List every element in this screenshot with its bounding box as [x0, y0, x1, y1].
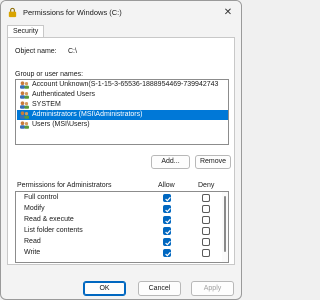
permissions-list: Full control Modify Read & execute List fol…: [15, 191, 229, 263]
deny-checkbox[interactable]: [202, 249, 210, 257]
deny-checkbox[interactable]: [202, 238, 210, 246]
allow-checkbox[interactable]: [163, 227, 171, 235]
permission-name: Read & execute: [24, 216, 74, 223]
users-icon: [20, 81, 29, 89]
users-icon: [20, 101, 29, 109]
user-list-item[interactable]: Authenticated Users: [17, 90, 228, 100]
user-name: Administrators (MSI\Administrators): [32, 111, 143, 118]
deny-checkbox[interactable]: [202, 205, 210, 213]
window-title: Permissions for Windows (C:): [23, 8, 122, 17]
permission-row: Write: [16, 247, 228, 258]
permission-name: Full control: [24, 194, 59, 201]
permission-name: Write: [24, 249, 41, 256]
group-user-list[interactable]: Account Unknown(S-1-15-3-65536-188895446…: [15, 79, 229, 145]
user-list-item[interactable]: Administrators (MSI\Administrators): [17, 110, 228, 120]
security-panel: Object name: C:\ Group or user names: Ac…: [7, 37, 235, 265]
user-name: Account Unknown(S-1-15-3-65536-188895446…: [32, 81, 219, 88]
cancel-button[interactable]: Cancel: [138, 281, 181, 296]
allow-column-header: Allow: [158, 182, 175, 189]
permission-name: Modify: [24, 205, 45, 212]
permission-name: List folder contents: [24, 227, 83, 234]
allow-checkbox[interactable]: [163, 216, 171, 224]
ok-button[interactable]: OK: [83, 281, 126, 296]
apply-button[interactable]: Apply: [191, 281, 234, 296]
permission-row: List folder contents: [16, 225, 228, 236]
close-icon: ✕: [223, 7, 233, 18]
permissions-header: Permissions for Administrators: [17, 182, 112, 189]
user-name: Users (MSI\Users): [32, 121, 90, 128]
user-name: SYSTEM: [32, 101, 61, 108]
scrollbar-thumb[interactable]: [224, 196, 226, 252]
user-list-item[interactable]: SYSTEM: [17, 100, 228, 110]
allow-checkbox[interactable]: [163, 205, 171, 213]
users-icon: [20, 121, 29, 129]
deny-checkbox[interactable]: [202, 216, 210, 224]
allow-checkbox[interactable]: [163, 194, 171, 202]
object-name-label: Object name:: [15, 48, 57, 55]
permission-row: Full control: [16, 192, 228, 203]
lock-icon: [8, 7, 17, 18]
permissions-dialog: Permissions for Windows (C:) ✕ Security …: [0, 0, 242, 300]
users-icon: [20, 91, 29, 99]
deny-column-header: Deny: [198, 182, 215, 189]
remove-button[interactable]: Remove: [195, 155, 231, 169]
permission-row: Read: [16, 236, 228, 247]
title-bar: Permissions for Windows (C:) ✕: [1, 1, 241, 25]
deny-checkbox[interactable]: [202, 227, 210, 235]
add-button[interactable]: Add...: [151, 155, 190, 169]
users-icon: [20, 111, 29, 119]
permissions-scrollbar[interactable]: [222, 192, 228, 262]
user-list-item[interactable]: Users (MSI\Users): [17, 120, 228, 130]
permission-name: Read: [24, 238, 41, 245]
group-names-label: Group or user names:: [15, 71, 84, 78]
user-name: Authenticated Users: [32, 91, 96, 98]
permission-row: Modify: [16, 203, 228, 214]
deny-checkbox[interactable]: [202, 194, 210, 202]
object-name-value: C:\: [68, 48, 77, 55]
permission-row: Read & execute: [16, 214, 228, 225]
user-list-item[interactable]: Account Unknown(S-1-15-3-65536-188895446…: [17, 80, 228, 90]
allow-checkbox[interactable]: [163, 238, 171, 246]
allow-checkbox[interactable]: [163, 249, 171, 257]
close-button[interactable]: ✕: [221, 6, 235, 20]
